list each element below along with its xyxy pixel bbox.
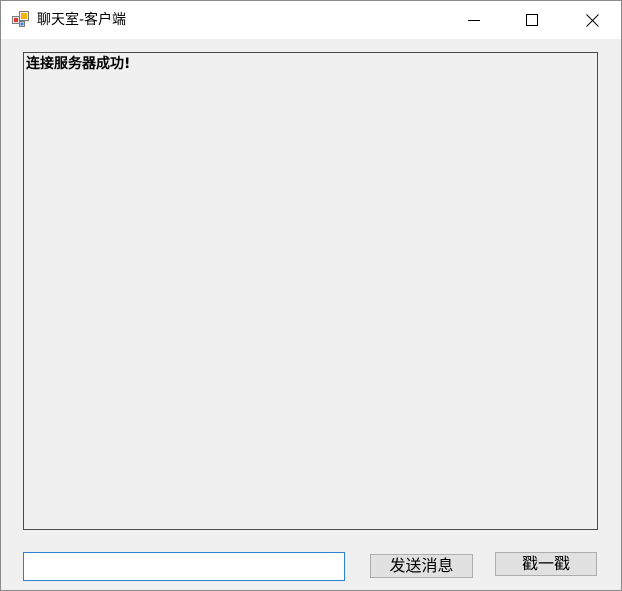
send-message-button[interactable]: 发送消息: [370, 554, 473, 578]
maximize-button[interactable]: [503, 1, 561, 39]
close-icon: [585, 13, 599, 27]
message-input[interactable]: [23, 552, 345, 581]
app-icon: [12, 11, 29, 27]
window-title: 聊天室-客户端: [37, 12, 127, 28]
poke-button[interactable]: 戳一戳: [495, 552, 597, 576]
chat-client-window: 聊天室-客户端 连接服务器成功! 发送消息 戳一戳: [0, 0, 622, 591]
log-message: 连接服务器成功!: [26, 56, 131, 72]
maximize-icon: [526, 14, 538, 26]
close-button[interactable]: [563, 1, 621, 39]
minimize-button[interactable]: [445, 1, 503, 39]
chat-log[interactable]: 连接服务器成功!: [23, 52, 598, 530]
title-bar[interactable]: 聊天室-客户端: [1, 1, 621, 39]
minimize-icon: [468, 20, 480, 21]
